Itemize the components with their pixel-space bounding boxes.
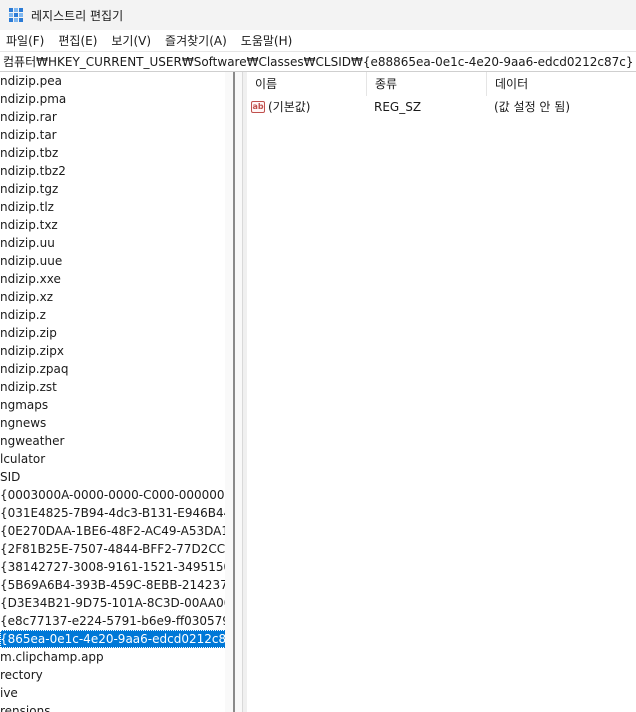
value-row[interactable]: ab (기본값) REG_SZ (값 설정 안 됨) (247, 97, 636, 117)
tree-item[interactable]: ndizip.pma (0, 90, 66, 108)
tree-item[interactable]: ngnews (0, 414, 46, 432)
value-name: (기본값) (268, 100, 311, 114)
key-tree[interactable]: ndizip.pea ndizip.pma ndizip.rar ndizip.tar… (0, 72, 225, 712)
string-value-icon: ab (251, 101, 265, 113)
tree-scrollbar[interactable] (225, 72, 242, 712)
tree-item[interactable]: ndizip.uu (0, 234, 55, 252)
column-header-data[interactable]: 데이터 (487, 72, 636, 96)
tree-item[interactable]: m.clipchamp.app (0, 648, 104, 666)
tree-item[interactable]: rectory (0, 666, 43, 684)
tree-item[interactable]: {0003000A-0000-0000-C000-00000000 (0, 486, 225, 504)
value-type: REG_SZ (374, 100, 422, 114)
tree-item[interactable]: ndizip.tbz (0, 144, 58, 162)
menu-favorites[interactable]: 즐겨찾기(A) (158, 32, 234, 49)
window-title: 레지스트리 편집기 (31, 8, 124, 23)
values-pane[interactable]: 이름 종류 데이터 ab (기본값) REG_SZ (값 설정 안 됨) (247, 72, 636, 712)
tree-item[interactable]: SID (0, 468, 20, 486)
tree-scrollbar-thumb[interactable] (233, 72, 235, 712)
tree-item[interactable]: ndizip.zipx (0, 342, 64, 360)
tree-item[interactable]: {38142727-3008-9161-1521-34951500 (0, 558, 225, 576)
tree-item[interactable]: ndizip.xxe (0, 270, 61, 288)
tree-item[interactable]: ndizip.pea (0, 72, 62, 90)
address-path[interactable]: 컴퓨터₩HKEY_CURRENT_USER₩Software₩Classes₩C… (3, 53, 633, 70)
tree-item[interactable]: ndizip.xz (0, 288, 53, 306)
tree-item[interactable]: {031E4825-7B94-4dc3-B131-E946B44C (0, 504, 225, 522)
tree-item-selected[interactable]: {865ea-0e1c-4e20-9aa6-edcd0212c87c} (0, 630, 225, 648)
tree-item[interactable]: ndizip.z (0, 306, 46, 324)
menu-bar: 파일(F) 편집(E) 보기(V) 즐겨찾기(A) 도움말(H) (0, 30, 636, 51)
address-bar[interactable]: 컴퓨터₩HKEY_CURRENT_USER₩Software₩Classes₩C… (0, 51, 636, 72)
tree-item[interactable]: ive (0, 684, 18, 702)
tree-item[interactable]: ndizip.tar (0, 126, 57, 144)
column-header-name[interactable]: 이름 (247, 72, 367, 96)
tree-item[interactable]: ndizip.zst (0, 378, 57, 396)
tree-item[interactable]: lculator (0, 450, 45, 468)
tree-item[interactable]: ndizip.zip (0, 324, 57, 342)
tree-item[interactable]: ndizip.txz (0, 216, 58, 234)
tree-item[interactable]: ndizip.uue (0, 252, 62, 270)
menu-view[interactable]: 보기(V) (104, 32, 158, 49)
tree-item[interactable]: ngmaps (0, 396, 48, 414)
registry-editor-icon (9, 8, 23, 22)
menu-edit[interactable]: 편집(E) (51, 32, 104, 49)
tree-item[interactable]: ndizip.tbz2 (0, 162, 66, 180)
tree-item[interactable]: {D3E34B21-9D75-101A-8C3D-00AA001 (0, 594, 225, 612)
title-bar: 레지스트리 편집기 (0, 0, 636, 30)
tree-item[interactable]: {0E270DAA-1BE6-48F2-AC49-A53DA10 (0, 522, 225, 540)
tree-item[interactable]: {e8c77137-e224-5791-b6e9-ff0305797a (0, 612, 225, 630)
menu-file[interactable]: 파일(F) (0, 32, 51, 49)
column-header-type[interactable]: 종류 (367, 72, 487, 96)
tree-item[interactable]: {5B69A6B4-393B-459C-8EBB-214237A9 (0, 576, 225, 594)
tree-item[interactable]: ndizip.tgz (0, 180, 58, 198)
value-data: (값 설정 안 됨) (494, 100, 571, 114)
tree-item[interactable]: ndizip.rar (0, 108, 57, 126)
tree-item[interactable]: rensions (0, 702, 50, 712)
tree-item[interactable]: ngweather (0, 432, 64, 450)
menu-help[interactable]: 도움말(H) (234, 32, 300, 49)
tree-item[interactable]: ndizip.zpaq (0, 360, 69, 378)
tree-item[interactable]: {2F81B25E-7507-4844-BFF2-77D2CC24 (0, 540, 225, 558)
tree-item[interactable]: ndizip.tlz (0, 198, 54, 216)
